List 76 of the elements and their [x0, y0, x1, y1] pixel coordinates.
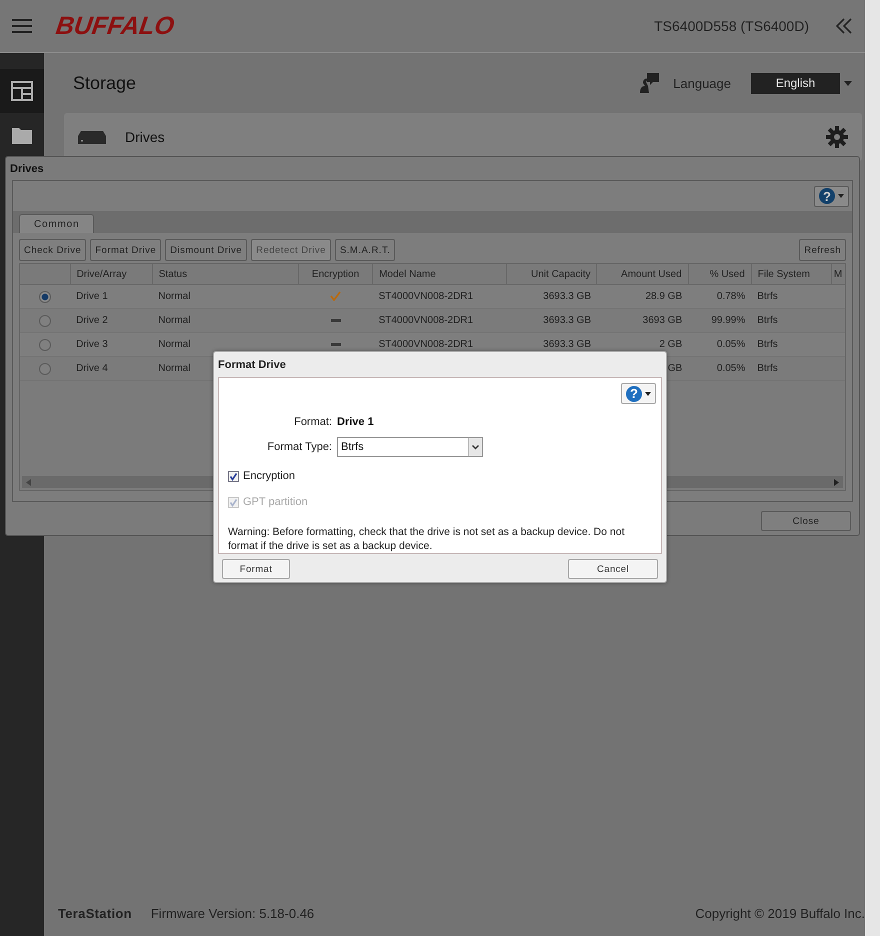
- toolbar-button[interactable]: Dismount Drive: [165, 239, 248, 261]
- language-select[interactable]: English: [751, 72, 840, 94]
- table-cell: 0.78%: [688, 284, 752, 308]
- menu-icon[interactable]: [12, 18, 32, 34]
- table-cell: Normal: [152, 284, 298, 308]
- folder-icon: [11, 125, 33, 145]
- scroll-left-icon[interactable]: [26, 478, 31, 486]
- toolbar-button[interactable]: S.M.A.R.T.: [334, 239, 396, 261]
- checkbox-label: Encryption: [243, 470, 295, 482]
- card-title: Drives: [125, 129, 165, 145]
- table-cell: ST4000VN008-2DR1: [372, 308, 507, 332]
- firmware-version: Firmware Version: 5.18-0.46: [150, 906, 314, 920]
- table-cell: Btrfs: [751, 284, 832, 308]
- toolbar-button[interactable]: Check Drive: [19, 239, 86, 261]
- copyright: Copyright © 2019 Buffalo Inc.: [695, 906, 865, 920]
- refresh-button[interactable]: Refresh: [799, 239, 846, 261]
- sidebar-item[interactable]: [0, 69, 44, 113]
- radio-button[interactable]: [39, 338, 52, 350]
- dialog-title: Format Drive: [217, 358, 287, 372]
- column-header: Encryption: [298, 264, 373, 284]
- drive-value: Drive 1: [337, 416, 374, 428]
- radio-button[interactable]: [39, 290, 52, 302]
- column-header: M: [831, 264, 845, 284]
- field-label: Format:: [293, 416, 332, 428]
- column-header: Model Name: [372, 264, 507, 284]
- column-header: File System: [751, 264, 832, 284]
- caret-icon: [645, 392, 651, 396]
- field-label: Format Type:: [266, 441, 332, 454]
- caret-icon: [838, 194, 844, 198]
- logo: BUFFALO: [54, 12, 176, 40]
- column-header: Amount Used: [596, 264, 688, 284]
- device-name: TS6400D558 (TS6400D): [654, 18, 809, 34]
- table-cell: Drive 2: [70, 308, 152, 332]
- table-cell: 3693.3 GB: [506, 284, 597, 308]
- cancel-button[interactable]: Cancel: [568, 559, 658, 579]
- table-cell: Normal: [152, 308, 298, 332]
- column-header: % Used: [688, 264, 752, 284]
- column-header: Drive/Array: [70, 264, 152, 284]
- table-cell: Btrfs: [751, 332, 832, 356]
- table-cell: ST4000VN008-2DR1: [372, 284, 507, 308]
- window-title: Drives: [9, 162, 45, 176]
- help-button[interactable]: ?: [814, 186, 849, 206]
- tab[interactable]: Common: [19, 214, 94, 233]
- dashboard-icon: [11, 81, 33, 101]
- radio-button[interactable]: [39, 314, 52, 326]
- table-cell: Btrfs: [751, 356, 832, 380]
- help-button[interactable]: ?: [621, 383, 656, 404]
- drive-icon: [78, 130, 106, 144]
- scroll-right-icon[interactable]: [834, 478, 839, 486]
- format-type-select[interactable]: Btrfs: [337, 437, 483, 458]
- toolbar-button[interactable]: Format Drive: [90, 239, 162, 261]
- caret-icon[interactable]: [844, 80, 852, 86]
- table-cell: 3693 GB: [596, 308, 688, 332]
- column-header: Unit Capacity: [506, 264, 597, 284]
- radio-button[interactable]: [39, 362, 52, 374]
- page-title: Storage: [73, 72, 136, 94]
- checkbox-label: GPT partition: [243, 496, 308, 508]
- table-cell: 0.05%: [688, 332, 752, 356]
- language-label: Language: [673, 76, 731, 90]
- table-cell: 3693.3 GB: [506, 308, 597, 332]
- table-cell: Btrfs: [751, 308, 832, 332]
- table-cell: 0.05%: [688, 356, 752, 380]
- table-cell: Drive 4: [70, 356, 152, 380]
- checkbox[interactable]: [228, 470, 239, 482]
- warning-text: Warning: Before formatting, check that the drive is not set as a backup device. Do not format if the drive is set as a backup device.: [228, 524, 626, 553]
- collapse-icon[interactable]: [835, 17, 853, 35]
- settings-icon[interactable]: [826, 126, 848, 148]
- table-cell: 99.99%: [688, 308, 752, 332]
- brand-name: TeraStation: [58, 906, 132, 920]
- close-button[interactable]: Close: [761, 511, 851, 531]
- table-cell: Drive 1: [70, 284, 152, 308]
- language-icon: [638, 71, 660, 95]
- table-cell: Drive 3: [70, 332, 152, 356]
- column-header: Status: [152, 264, 298, 284]
- table-cell: 28.9 GB: [596, 284, 688, 308]
- format-button[interactable]: Format: [222, 559, 290, 579]
